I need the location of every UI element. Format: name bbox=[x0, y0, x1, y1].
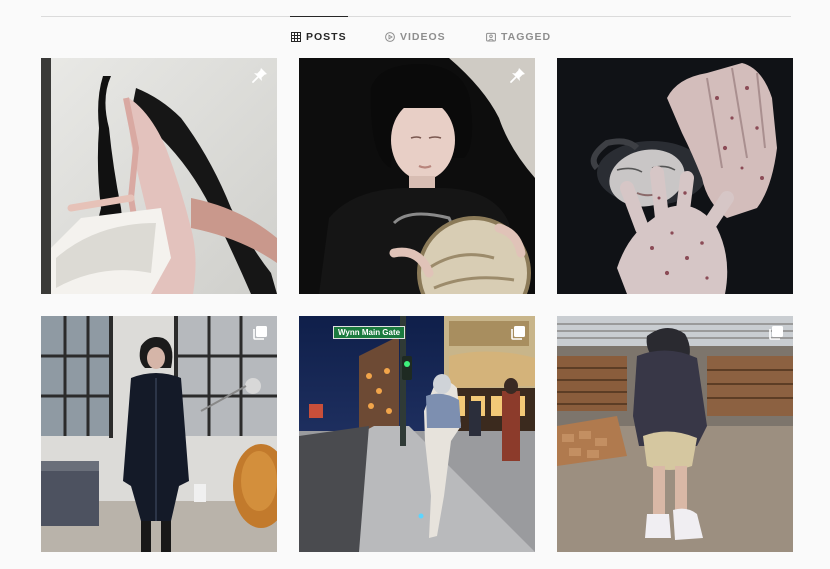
tab-videos-label: VIDEOS bbox=[400, 31, 446, 43]
post-image bbox=[299, 316, 535, 552]
post-tile-vegas-street[interactable]: Wynn Main Gate bbox=[299, 316, 535, 552]
carousel-icon bbox=[767, 324, 785, 342]
post-tile-globe[interactable] bbox=[299, 58, 535, 294]
tab-posts-label: POSTS bbox=[306, 31, 347, 43]
tagged-icon bbox=[486, 32, 496, 42]
play-circle-icon bbox=[385, 32, 395, 42]
carousel-icon bbox=[251, 324, 269, 342]
post-image bbox=[41, 58, 277, 294]
profile-tabs: POSTS VIDEOS TAGGED bbox=[41, 16, 791, 57]
post-image bbox=[41, 316, 277, 552]
street-sign: Wynn Main Gate bbox=[333, 326, 406, 339]
post-tile-construction-site[interactable] bbox=[557, 316, 793, 552]
carousel-icon bbox=[509, 324, 527, 342]
grid-icon bbox=[291, 32, 301, 42]
post-tile-studio-dress[interactable] bbox=[41, 58, 277, 294]
pin-icon bbox=[251, 66, 269, 84]
tab-posts[interactable]: POSTS bbox=[290, 16, 348, 57]
post-image bbox=[299, 58, 535, 294]
tab-tagged-label: TAGGED bbox=[501, 31, 552, 43]
post-tile-painted-hands[interactable] bbox=[557, 58, 793, 294]
post-image bbox=[557, 58, 793, 294]
tab-tagged[interactable]: TAGGED bbox=[486, 17, 551, 57]
tab-videos[interactable]: VIDEOS bbox=[385, 17, 446, 57]
pin-icon bbox=[509, 66, 527, 84]
profile-posts-section: POSTS VIDEOS TAGGED Wynn Main Gate bbox=[0, 0, 830, 569]
post-tile-trench-coat[interactable] bbox=[41, 316, 277, 552]
post-image bbox=[557, 316, 793, 552]
